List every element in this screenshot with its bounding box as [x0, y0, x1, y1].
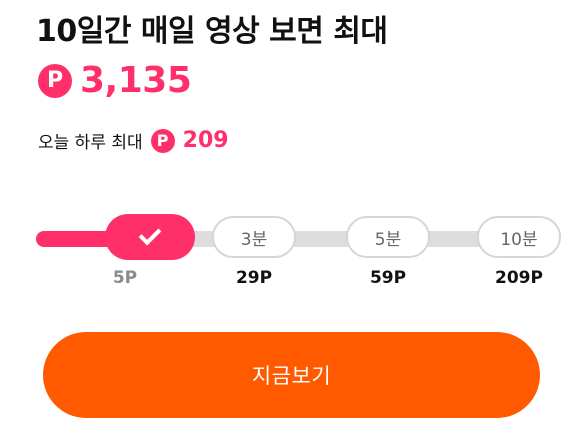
watch-now-button[interactable]: 지금보기 [43, 332, 540, 418]
step-duration-label: 3분 [240, 229, 268, 250]
step-duration-label: 10분 [500, 229, 538, 250]
daily-max-reward: 오늘 하루 최대 P 209 [38, 128, 229, 153]
step-points: 209P [495, 268, 543, 288]
total-reward-amount: 3,135 [80, 60, 192, 101]
check-icon [138, 222, 162, 246]
daily-max-label: 오늘 하루 최대 [38, 133, 143, 153]
progress-step-2: 3분 [212, 216, 296, 258]
page-title: 10일간 매일 영상 보면 최대 [36, 14, 388, 49]
step-duration-label: 5분 [374, 229, 402, 250]
progress-step-4: 10분 [477, 216, 561, 258]
point-coin-icon: P [150, 128, 175, 153]
step-points: 29P [235, 268, 273, 288]
step-points: 5P [112, 268, 138, 288]
total-reward: P 3,135 [38, 60, 192, 101]
daily-max-amount: 209 [182, 128, 229, 153]
point-coin-icon: P [38, 63, 72, 98]
progress-step-3: 5분 [346, 216, 430, 258]
step-points: 59P [369, 268, 407, 288]
progress-step-1 [105, 214, 195, 260]
